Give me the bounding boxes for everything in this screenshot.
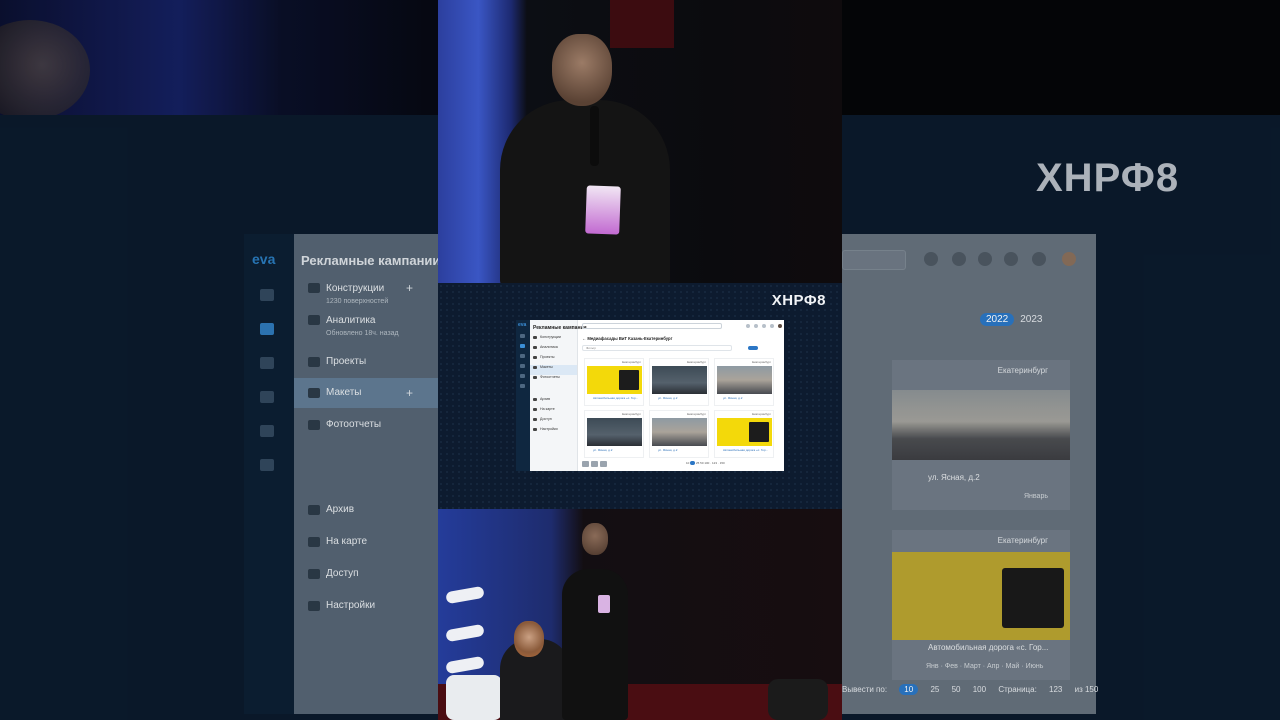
screenshot-card: Екатеринбург ул. Ясная, д.2	[649, 358, 709, 406]
screenshot-card: Екатеринбург Автомобильная дорога «с. Гор…	[584, 358, 644, 406]
screenshot-card: Екатеринбург ул. Ясная, д.2	[714, 358, 774, 406]
screenshot-sidebar: Рекламные кампании Конструкции Аналитика…	[530, 320, 587, 471]
slide-logo: ХНРФ8	[771, 292, 826, 309]
video-frame: ХНРФ8 eva Рекламные кампании Конструкции…	[0, 0, 1280, 720]
speaker-badge	[585, 185, 621, 235]
speaker-body	[562, 569, 628, 720]
screenshot-main: ← Медиафасады ВиТ Казань-Екатеринбург Фи…	[578, 320, 784, 471]
speaker-badge	[598, 595, 610, 613]
microphone	[590, 106, 599, 166]
speaker-body	[500, 100, 670, 283]
panelist-head	[514, 621, 544, 657]
slide-screenshot: eva Рекламные кампании Конструкции Анали…	[516, 320, 784, 471]
screenshot-rail: eva	[516, 320, 530, 471]
speaker-head	[552, 34, 612, 106]
chair	[446, 675, 502, 720]
screenshot-card: Екатеринбург ул. Ясная, д.2	[649, 410, 709, 458]
stage-photo	[438, 509, 842, 720]
screenshot-card: Екатеринбург ул. Ясная, д.2	[584, 410, 644, 458]
screenshot-search	[582, 323, 722, 329]
speaker-head	[582, 523, 608, 555]
screenshot-card: Екатеринбург Автомобильная дорога «с. Гор…	[714, 410, 774, 458]
camera	[768, 679, 828, 720]
speaker-photo	[438, 0, 842, 283]
